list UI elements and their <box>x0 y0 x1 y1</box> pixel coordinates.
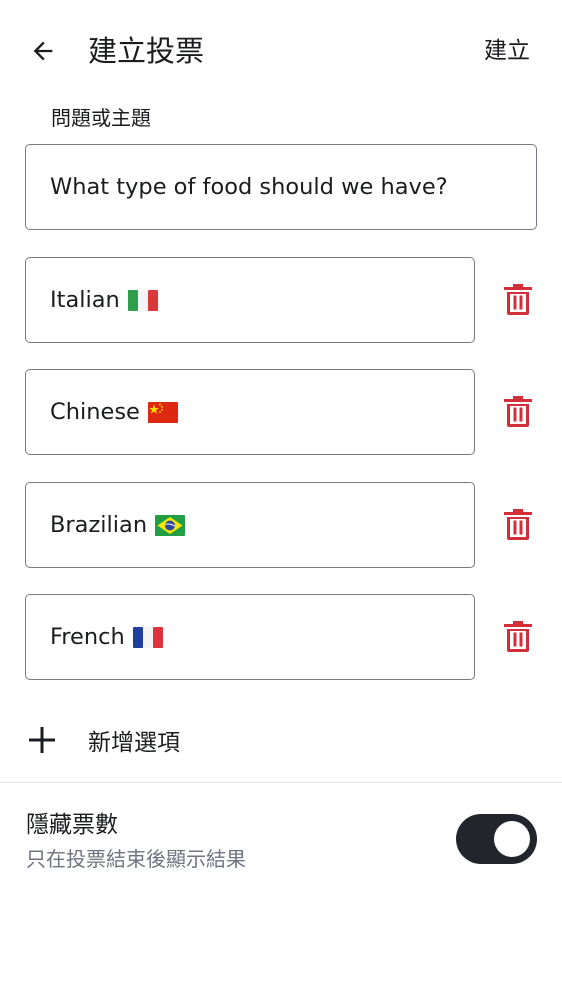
option-input-french[interactable]: French <box>25 594 475 680</box>
app-bar: 建立投票 建立 <box>0 0 562 100</box>
question-input[interactable]: What type of food should we have? <box>25 144 537 230</box>
option-text: Brazilian <box>50 512 148 538</box>
add-option-button[interactable]: 新增選項 <box>20 714 320 766</box>
delete-option-button[interactable] <box>496 390 540 434</box>
hide-votes-title: 隱藏票數 <box>26 812 118 838</box>
add-option-label: 新增選項 <box>88 730 180 756</box>
option-input-italian[interactable]: Italian <box>25 257 475 343</box>
delete-option-button[interactable] <box>496 278 540 322</box>
toggle-knob <box>494 821 530 857</box>
question-input-value: What type of food should we have? <box>50 174 448 200</box>
plus-icon <box>20 718 64 762</box>
page-title: 建立投票 <box>88 34 205 68</box>
trash-icon <box>504 284 532 315</box>
france-flag-icon <box>132 626 163 648</box>
china-flag-icon <box>147 401 178 423</box>
delete-option-button[interactable] <box>496 615 540 659</box>
option-text: Chinese <box>50 399 140 425</box>
option-text: French <box>50 624 125 650</box>
divider <box>0 782 562 783</box>
delete-option-button[interactable] <box>496 503 540 547</box>
back-button[interactable] <box>22 30 64 72</box>
create-button[interactable]: 建立 <box>484 35 530 67</box>
brazil-flag-icon <box>155 514 186 536</box>
option-text: Italian <box>50 287 120 313</box>
option-input-chinese[interactable]: Chinese <box>25 369 475 455</box>
trash-icon <box>504 396 532 427</box>
option-input-brazilian[interactable]: Brazilian <box>25 482 475 568</box>
italy-flag-icon <box>127 289 158 311</box>
trash-icon <box>504 621 532 652</box>
hide-votes-subtitle: 只在投票結束後顯示結果 <box>26 847 246 871</box>
arrow-left-icon <box>33 41 53 61</box>
hide-votes-toggle[interactable] <box>456 814 537 864</box>
trash-icon <box>504 509 532 540</box>
question-label: 問題或主題 <box>51 106 151 130</box>
